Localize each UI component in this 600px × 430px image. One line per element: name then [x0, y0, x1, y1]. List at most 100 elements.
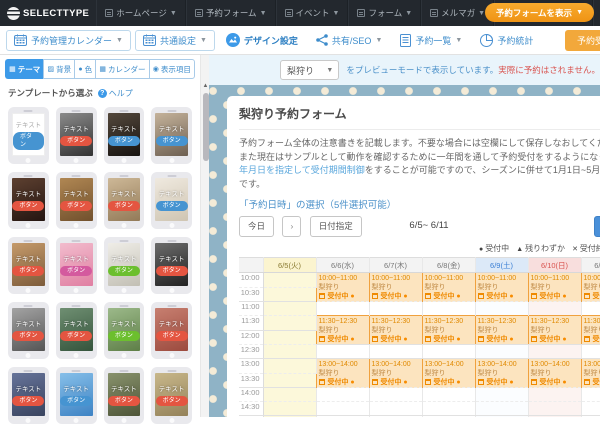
empty-slot[interactable]	[475, 388, 528, 402]
template-thumbnail-9[interactable]: テキストボタン	[8, 237, 49, 294]
event-slot[interactable]: 13:00~14:00梨狩り 受付中 ●	[422, 359, 475, 388]
help-link[interactable]: ? ヘルプ	[98, 88, 133, 99]
empty-slot[interactable]	[369, 402, 422, 416]
empty-slot[interactable]	[422, 388, 475, 402]
event-slot[interactable]: 11:30~12:30梨狩り 受付中 ●	[422, 316, 475, 345]
navbar-item-ホームページ[interactable]: ホームページ▼	[96, 0, 186, 26]
empty-slot[interactable]	[528, 345, 581, 359]
today-button[interactable]: 今日	[239, 216, 274, 237]
template-thumbnail-10[interactable]: テキストボタン	[56, 237, 97, 294]
tab-カレンダー[interactable]: ▦カレンダー	[95, 59, 148, 79]
template-thumbnail-19[interactable]: テキストボタン	[104, 367, 145, 424]
tab-テーマ[interactable]: ▦テーマ	[5, 59, 43, 79]
template-thumbnail-20[interactable]: テキストボタン	[151, 367, 192, 424]
toolbar-共通設定[interactable]: 共通設定▼	[135, 30, 215, 51]
empty-slot[interactable]	[475, 345, 528, 359]
empty-slot[interactable]	[528, 302, 581, 316]
event-slot[interactable]: 13:00~14:00梨狩り 受付中 ●	[475, 359, 528, 388]
template-thumbnail-18[interactable]: テキストボタン	[56, 367, 97, 424]
empty-slot[interactable]	[422, 345, 475, 359]
empty-slot[interactable]	[528, 388, 581, 402]
week-view-button[interactable]: 週	[594, 216, 600, 237]
template-thumbnail-5[interactable]: テキストボタン	[8, 172, 49, 229]
empty-slot[interactable]	[369, 388, 422, 402]
toolbar-予約統計[interactable]: 予約統計	[473, 31, 540, 50]
event-slot[interactable]: 10:00~11:00梨狩り 受付中 ●	[422, 273, 475, 302]
template-thumbnail-8[interactable]: テキストボタン	[151, 172, 192, 229]
template-thumbnail-6[interactable]: テキストボタン	[56, 172, 97, 229]
form-select-dropdown[interactable]: 梨狩り ▼	[280, 60, 339, 80]
event-slot[interactable]: 11:30~12:30梨狩り 受付中 ●	[581, 316, 600, 345]
event-slot[interactable]: 10:00~11:00梨狩り 受付中 ●	[475, 273, 528, 302]
event-slot[interactable]: 13:00~14:00梨狩り 受付中 ●	[316, 359, 369, 388]
toolbar-予約一覧[interactable]: 予約一覧▼	[393, 31, 469, 50]
empty-slot[interactable]	[263, 373, 316, 388]
show-reservation-form-button[interactable]: 予約フォームを表示 ▼	[485, 3, 594, 22]
empty-slot[interactable]	[263, 273, 316, 288]
event-slot[interactable]: 10:00~11:00梨狩り 受付中 ●	[369, 273, 422, 302]
navbar-item-イベント[interactable]: イベント▼	[276, 0, 349, 26]
empty-slot[interactable]	[475, 302, 528, 316]
tab-色[interactable]: ●色	[74, 59, 95, 79]
empty-slot[interactable]	[263, 388, 316, 402]
scroll-up-arrow-icon[interactable]: ▲	[202, 82, 209, 91]
empty-slot[interactable]	[263, 345, 316, 359]
reservation-accept-button[interactable]: 予約受付	[565, 30, 600, 51]
empty-slot[interactable]	[263, 316, 316, 331]
event-slot[interactable]: 13:00~14:00梨狩り 受付中 ●	[528, 359, 581, 388]
template-thumbnail-4[interactable]: テキストボタン	[151, 107, 192, 164]
event-slot[interactable]: 10:00~11:00梨狩り 受付中 ●	[528, 273, 581, 302]
template-thumbnail-1[interactable]: テキストボタン	[8, 107, 49, 164]
empty-slot[interactable]	[475, 402, 528, 416]
empty-slot[interactable]	[581, 345, 600, 359]
event-slot[interactable]: 10:00~11:00梨狩り 受付中 ●	[316, 273, 369, 302]
toolbar-共有/SEO[interactable]: 共有/SEO▼	[309, 31, 389, 50]
empty-slot[interactable]	[263, 402, 316, 416]
empty-slot[interactable]	[263, 302, 316, 316]
template-thumbnail-3[interactable]: テキストボタン	[104, 107, 145, 164]
toolbar-デザイン設定[interactable]: デザイン設定	[219, 30, 305, 50]
template-thumbnail-11[interactable]: テキストボタン	[104, 237, 145, 294]
template-thumbnail-14[interactable]: テキストボタン	[56, 302, 97, 359]
tab-背景[interactable]: ▨背景	[43, 59, 74, 79]
event-slot[interactable]: 11:30~12:30梨狩り 受付中 ●	[528, 316, 581, 345]
template-thumbnail-17[interactable]: テキストボタン	[8, 367, 49, 424]
empty-slot[interactable]	[581, 402, 600, 416]
template-thumbnail-15[interactable]: テキストボタン	[104, 302, 145, 359]
empty-slot[interactable]	[369, 345, 422, 359]
event-slot[interactable]: 11:30~12:30梨狩り 受付中 ●	[316, 316, 369, 345]
event-slot[interactable]: 11:30~12:30梨狩り 受付中 ●	[369, 316, 422, 345]
template-thumbnail-16[interactable]: テキストボタン	[151, 302, 192, 359]
empty-slot[interactable]	[263, 330, 316, 345]
navbar-item-予約フォーム[interactable]: 予約フォーム▼	[186, 0, 276, 26]
empty-slot[interactable]	[369, 302, 422, 316]
empty-slot[interactable]	[422, 402, 475, 416]
empty-slot[interactable]	[316, 302, 369, 316]
event-slot[interactable]: 13:00~14:00梨狩り 受付中 ●	[581, 359, 600, 388]
date-pick-button[interactable]: 日付指定	[310, 216, 362, 237]
sidebar-scrollbar[interactable]: ▲	[200, 55, 209, 417]
navbar-item-フォーム[interactable]: フォーム▼	[348, 0, 421, 26]
empty-slot[interactable]	[581, 388, 600, 402]
empty-slot[interactable]	[528, 402, 581, 416]
event-slot[interactable]: 13:00~14:00梨狩り 受付中 ●	[369, 359, 422, 388]
next-week-button[interactable]: ›	[282, 216, 301, 237]
template-thumbnail-7[interactable]: テキストボタン	[104, 172, 145, 229]
template-thumbnail-2[interactable]: テキストボタン	[56, 107, 97, 164]
period-restriction-link[interactable]: 年月日を指定して受付期間制御	[239, 165, 365, 175]
template-thumbnail-12[interactable]: テキストボタン	[151, 237, 192, 294]
template-thumbnail-13[interactable]: テキストボタン	[8, 302, 49, 359]
empty-slot[interactable]	[263, 359, 316, 374]
empty-slot[interactable]	[263, 287, 316, 302]
tab-表示項目[interactable]: ◉表示項目	[149, 59, 195, 79]
event-slot[interactable]: 11:30~12:30梨狩り 受付中 ●	[475, 316, 528, 345]
empty-slot[interactable]	[581, 302, 600, 316]
empty-slot[interactable]	[316, 402, 369, 416]
scrollbar-thumb[interactable]	[203, 93, 209, 161]
navbar-item-メルマガ[interactable]: メルマガ▼	[421, 0, 494, 26]
event-slot[interactable]: 10:00~11:00梨狩り 受付中 ●	[581, 273, 600, 302]
empty-slot[interactable]	[422, 302, 475, 316]
empty-slot[interactable]	[316, 388, 369, 402]
app-logo[interactable]: SELECTTYPE	[0, 7, 96, 20]
toolbar-予約管理カレンダー[interactable]: 予約管理カレンダー▼	[6, 30, 131, 51]
